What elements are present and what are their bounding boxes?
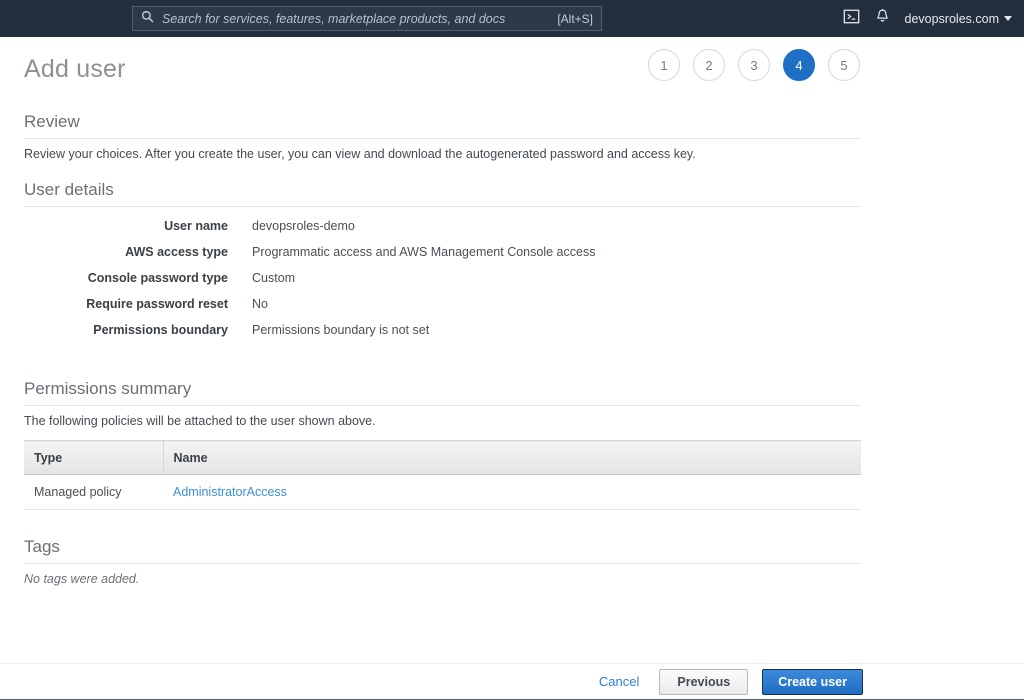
step-1[interactable]: 1 [648,49,680,81]
user-details-heading: User details [24,180,114,199]
main-content: Review Review your choices. After you cr… [0,103,1024,663]
table-header-row: Type Name [24,440,861,475]
detail-row: AWS access type Programmatic access and … [24,245,1000,271]
detail-label: Require password reset [86,297,228,311]
detail-label: AWS access type [125,245,228,259]
column-header-type[interactable]: Type [24,440,164,475]
detail-label: Permissions boundary [93,323,228,337]
step-3[interactable]: 3 [738,49,770,81]
account-menu[interactable]: devopsroles.com [905,12,1017,26]
review-description: Review your choices. After you create th… [24,147,696,161]
detail-value: No [252,297,268,311]
nav-right-group: devopsroles.com [843,0,1017,37]
top-navigation-bar: [Alt+S] devopsroles.com [0,0,1024,37]
detail-value: Custom [252,271,296,285]
account-menu-label: devopsroles.com [904,11,1000,26]
page-title: Add user [24,55,126,83]
detail-row: Permissions boundary Permissions boundar… [24,323,1000,349]
table-row: Managed policy AdministratorAccess [24,474,861,510]
search-input[interactable] [162,11,552,26]
tags-section: Tags No tags were added. [24,510,1000,586]
user-details-list: User name devopsroles-demo AWS access ty… [24,207,1000,349]
detail-label: Console password type [87,271,228,285]
step-4[interactable]: 4 [783,49,815,81]
permissions-summary-section: Permissions summary The following polici… [24,349,1000,510]
review-heading: Review [24,112,80,131]
step-indicator: 1 2 3 4 5 [648,49,860,81]
tags-empty-message: No tags were added. [24,572,140,586]
permissions-summary-heading: Permissions summary [24,379,192,398]
cell-policy-name: AdministratorAccess [163,474,861,510]
policy-name-link[interactable]: AdministratorAccess [173,485,287,499]
user-details-section: User details User name devopsroles-demo … [24,161,1000,349]
search-icon [141,10,154,28]
permissions-summary-description: The following policies will be attached … [24,414,376,428]
bell-icon[interactable] [874,8,891,30]
detail-value: Programmatic access and AWS Management C… [252,245,596,259]
step-2[interactable]: 2 [693,49,725,81]
cell-policy-type: Managed policy [24,474,163,510]
detail-label: User name [164,219,228,233]
wizard-footer: Cancel Previous Create user [0,663,1024,699]
chevron-down-icon [1004,16,1012,21]
detail-row: Console password type Custom [24,271,1000,297]
detail-row: Require password reset No [24,297,1000,323]
detail-value: devopsroles-demo [252,219,355,233]
step-5[interactable]: 5 [828,49,860,81]
detail-value: Permissions boundary is not set [252,323,430,337]
policy-table: Type Name Managed policy AdministratorAc… [24,440,861,510]
tags-heading: Tags [24,537,60,556]
page-header: Add user 1 2 3 4 5 [0,37,1024,103]
cancel-button[interactable]: Cancel [593,670,645,693]
review-section: Review Review your choices. After you cr… [24,103,1000,161]
cloudshell-terminal-icon[interactable] [843,8,860,30]
create-user-button[interactable]: Create user [762,668,863,695]
detail-row: User name devopsroles-demo [24,219,1000,245]
previous-button[interactable]: Previous [659,668,749,695]
column-header-name[interactable]: Name [163,440,861,475]
search-shortcut-hint: [Alt+S] [557,11,593,26]
global-search-box[interactable]: [Alt+S] [132,6,602,31]
